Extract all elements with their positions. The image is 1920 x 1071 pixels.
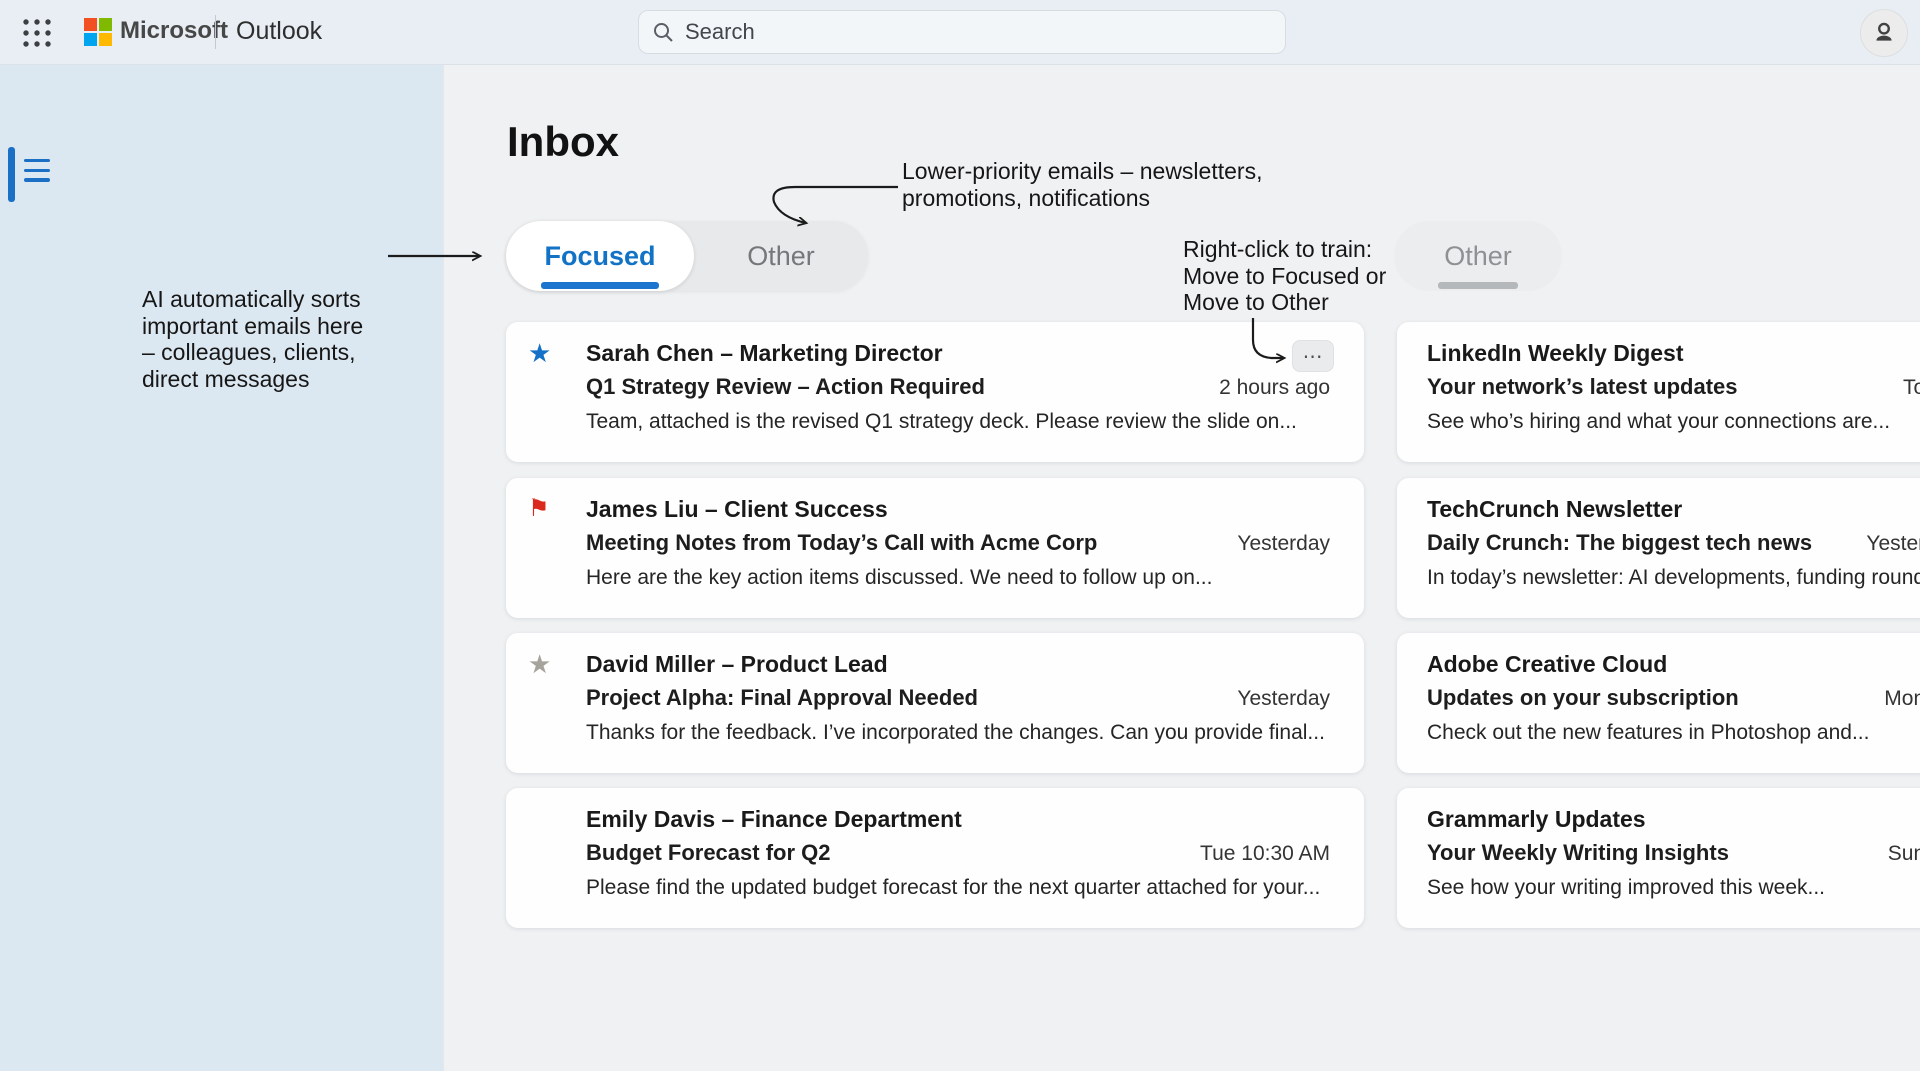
- search-input[interactable]: [638, 10, 1286, 54]
- email-time: Monday: [1864, 684, 1920, 714]
- email-preview: See how your writing improved this week.…: [1427, 873, 1920, 903]
- inbox-tabs: Focused Other: [506, 221, 868, 291]
- email-time: Sunday: [1868, 839, 1920, 869]
- email-subject: Meeting Notes from Today’s Call with Acm…: [586, 528, 1097, 558]
- email-card-sarah-chen[interactable]: ★ Sarah Chen – Marketing Director Q1 Str…: [506, 322, 1364, 462]
- email-sender: Adobe Creative Cloud: [1427, 649, 1920, 679]
- account-button[interactable]: [1860, 9, 1908, 57]
- annotation-right-click-train: Right-click to train: Move to Focused or…: [1183, 236, 1423, 316]
- email-subject: Q1 Strategy Review – Action Required: [586, 372, 985, 402]
- email-card-emily-davis[interactable]: Emily Davis – Finance Department Budget …: [506, 788, 1364, 928]
- email-subject: Project Alpha: Final Approval Needed: [586, 683, 978, 713]
- email-sender: TechCrunch Newsletter: [1427, 494, 1920, 524]
- email-subject: Your Weekly Writing Insights: [1427, 838, 1729, 868]
- brand-label: Microsoft: [120, 17, 228, 45]
- email-subject: Budget Forecast for Q2: [586, 838, 830, 868]
- email-preview: In today’s newsletter: AI developments, …: [1427, 563, 1920, 593]
- icon-placeholder: [528, 804, 586, 928]
- email-sender: Emily Davis – Finance Department: [586, 804, 1330, 834]
- email-preview: Team, attached is the revised Q1 strateg…: [586, 407, 1330, 437]
- email-card-david-miller[interactable]: ★ David Miller – Product Lead Project Al…: [506, 633, 1364, 773]
- email-sender: LinkedIn Weekly Digest: [1427, 338, 1920, 368]
- top-app-bar: Microsoft Outlook: [0, 0, 1920, 65]
- app-launcher-icon[interactable]: [20, 16, 54, 50]
- email-card-techcrunch[interactable]: TechCrunch Newsletter Daily Crunch: The …: [1397, 478, 1920, 618]
- email-sender: Grammarly Updates: [1427, 804, 1920, 834]
- email-subject: Daily Crunch: The biggest tech news: [1427, 528, 1812, 558]
- person-icon: [1871, 20, 1897, 46]
- more-options-button[interactable]: ⋯: [1292, 340, 1334, 372]
- email-preview: Please find the updated budget forecast …: [586, 873, 1330, 903]
- email-time: Today: [1883, 373, 1920, 403]
- tab-focused[interactable]: Focused: [506, 221, 694, 291]
- star-icon[interactable]: ★: [528, 338, 586, 462]
- email-time: Yesterday: [1217, 529, 1330, 559]
- search-box: [638, 10, 1286, 54]
- email-subject: Your network’s latest updates: [1427, 372, 1738, 402]
- brand-divider: [215, 15, 216, 49]
- accent-bar: [8, 147, 15, 202]
- email-preview: Check out the new features in Photoshop …: [1427, 718, 1920, 748]
- email-sender: James Liu – Client Success: [586, 494, 1330, 524]
- other-column-tab[interactable]: Other: [1394, 221, 1562, 291]
- email-preview: See who’s hiring and what your connectio…: [1427, 407, 1920, 437]
- email-card-grammarly[interactable]: Grammarly Updates Your Weekly Writing In…: [1397, 788, 1920, 928]
- email-time: Yesterday: [1846, 529, 1920, 559]
- email-preview: Here are the key action items discussed.…: [586, 563, 1330, 593]
- annotation-other-tab: Lower-priority emails – newsletters, pro…: [902, 158, 1302, 211]
- email-card-linkedin[interactable]: LinkedIn Weekly Digest Your network’s la…: [1397, 322, 1920, 462]
- microsoft-logo-icon: [84, 18, 112, 46]
- email-sender: David Miller – Product Lead: [586, 649, 1330, 679]
- flag-icon[interactable]: ⚑: [528, 494, 586, 618]
- email-card-adobe[interactable]: Adobe Creative Cloud Updates on your sub…: [1397, 633, 1920, 773]
- email-time: 2 hours ago: [1199, 373, 1330, 403]
- email-time: Tue 10:30 AM: [1180, 839, 1330, 869]
- hamburger-menu-icon[interactable]: [24, 159, 52, 185]
- email-subject: Updates on your subscription: [1427, 683, 1739, 713]
- page-title: Inbox: [507, 118, 619, 166]
- star-icon[interactable]: ★: [528, 649, 586, 773]
- email-card-james-liu[interactable]: ⚑ James Liu – Client Success Meeting Not…: [506, 478, 1364, 618]
- outlook-window: Microsoft Outlook AI automatically sorts…: [0, 0, 1920, 1071]
- email-preview: Thanks for the feedback. I’ve incorporat…: [586, 718, 1330, 748]
- tab-other[interactable]: Other: [694, 221, 868, 291]
- email-time: Yesterday: [1217, 684, 1330, 714]
- left-sidebar: AI automatically sorts important emails …: [0, 64, 443, 1071]
- app-title: Outlook: [236, 17, 322, 46]
- annotation-focused: AI automatically sorts important emails …: [142, 286, 422, 393]
- email-sender: Sarah Chen – Marketing Director: [586, 338, 1330, 368]
